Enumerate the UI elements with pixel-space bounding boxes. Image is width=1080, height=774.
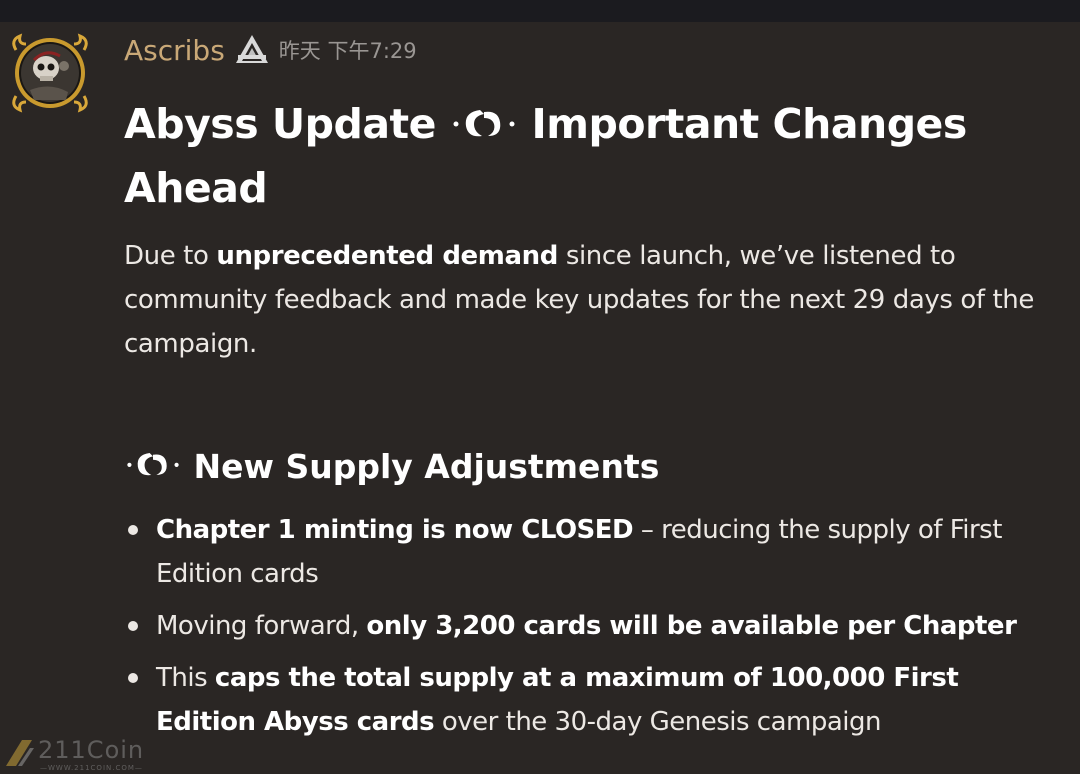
list-item: This caps the total supply at a maximum … <box>124 656 1054 744</box>
bullet-text-before: Moving forward, <box>156 611 367 641</box>
avatar[interactable] <box>6 30 94 114</box>
abyss-swirl-icon <box>453 110 515 137</box>
section-heading-text: New Supply Adjustments <box>193 447 660 486</box>
message-content: Abyss Update Important Changes Ahead Due… <box>124 92 1054 752</box>
intro-paragraph: Due to unprecedented demand since launch… <box>124 234 1054 366</box>
intro-emphasis: unprecedented demand <box>216 241 558 271</box>
author-name[interactable]: Ascribs <box>124 34 225 67</box>
abyss-swirl-icon <box>127 453 179 476</box>
watermark-logo-icon <box>6 740 34 766</box>
message-timestamp: 昨天 下午7:29 <box>278 39 417 63</box>
watermark: 211Coin —WWW.211COIN.COM— <box>0 734 150 774</box>
mountain-tag-icon[interactable] <box>233 33 271 67</box>
intro-text-before: Due to <box>124 241 217 271</box>
bullet-list: Chapter 1 minting is now CLOSED – reduci… <box>124 508 1054 744</box>
bullet-bold: Chapter 1 minting is now CLOSED <box>156 515 634 545</box>
watermark-subtext: —WWW.211COIN.COM— <box>40 764 143 772</box>
section-heading: New Supply Adjustments <box>124 442 1054 492</box>
bullet-bold: only 3,200 cards will be available per C… <box>366 611 1017 641</box>
bullet-dot <box>128 525 138 535</box>
watermark-text: 211Coin <box>38 736 145 764</box>
list-item: Moving forward, only 3,200 cards will be… <box>124 604 1054 648</box>
announcement-title: Abyss Update Important Changes Ahead <box>124 92 1054 220</box>
bullet-dot <box>128 621 138 631</box>
title-part-1: Abyss Update <box>124 100 436 148</box>
message-header: Ascribs 昨天 下午7:29 <box>124 32 417 68</box>
bullet-text-before: This <box>156 663 215 693</box>
bullet-text-after: over the 30-day Genesis campaign <box>434 707 882 737</box>
bullet-dot <box>128 673 138 683</box>
window-top-bar <box>0 0 1080 22</box>
list-item: Chapter 1 minting is now CLOSED – reduci… <box>124 508 1054 596</box>
skull-avatar-icon <box>12 33 88 113</box>
